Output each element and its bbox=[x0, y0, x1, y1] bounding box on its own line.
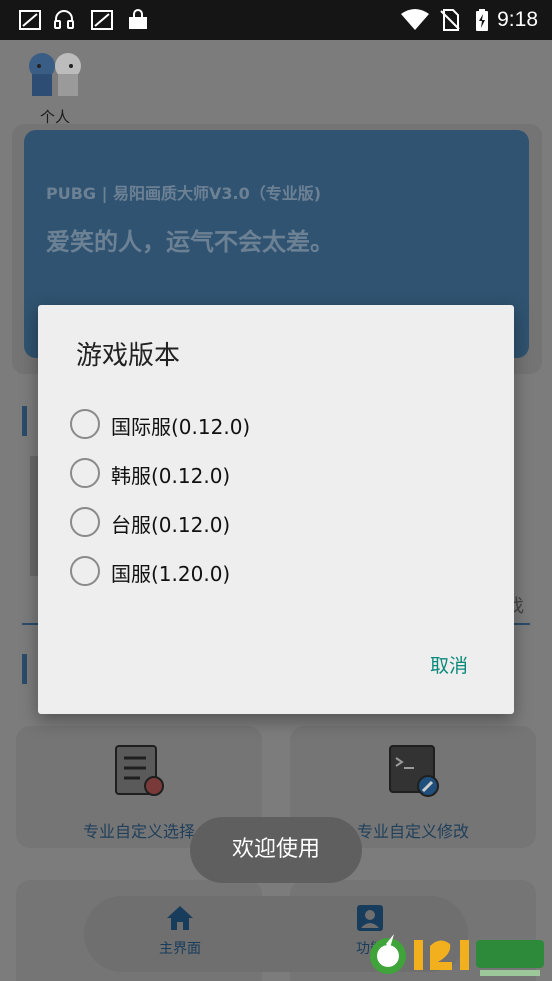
screenshot-icon bbox=[91, 10, 113, 30]
option-taiwan[interactable]: 台服(0.12.0) bbox=[70, 503, 370, 543]
terminal-edit-icon bbox=[389, 745, 439, 797]
section-accent-bar bbox=[22, 406, 27, 436]
radio-button[interactable] bbox=[70, 409, 100, 439]
banner-title: PUBG | 易阳画质大师V3.0（专业版) bbox=[46, 184, 322, 203]
radio-button[interactable] bbox=[70, 458, 100, 488]
watermark-logo bbox=[370, 934, 544, 976]
avatar[interactable] bbox=[24, 44, 86, 100]
game-version-dialog: 游戏版本 国际服(0.12.0) 韩服(0.12.0) 台服(0.12.0) 国… bbox=[38, 305, 514, 714]
wifi-icon bbox=[401, 9, 429, 30]
headset-icon bbox=[54, 10, 74, 29]
nav-item-home[interactable]: 主界面 bbox=[140, 904, 220, 958]
home-icon bbox=[167, 906, 193, 930]
option-international[interactable]: 国际服(0.12.0) bbox=[70, 405, 370, 445]
section-accent-bar bbox=[22, 654, 27, 684]
radio-button[interactable] bbox=[70, 556, 100, 586]
option-label: 韩服(0.12.0) bbox=[111, 464, 231, 488]
banner-quote: 爱笑的人，运气不会太差。 bbox=[46, 228, 334, 256]
list-settings-icon bbox=[115, 745, 164, 796]
no-sim-icon bbox=[440, 9, 460, 31]
main-screen: 个人 PUBG | 易阳画质大师V3.0（专业版) 爱笑的人，运气不会太差。 找… bbox=[0, 40, 552, 981]
nav-label: 主界面 bbox=[159, 941, 201, 957]
clock: 9:18 bbox=[497, 8, 538, 31]
option-korea[interactable]: 韩服(0.12.0) bbox=[70, 454, 370, 494]
option-label: 国服(1.20.0) bbox=[111, 562, 231, 586]
cancel-button[interactable]: 取消 bbox=[430, 651, 468, 678]
status-bar: 9:18 bbox=[0, 0, 552, 40]
battery-charging-icon bbox=[476, 9, 488, 31]
toast-message: 欢迎使用 bbox=[190, 817, 362, 883]
dialog-title: 游戏版本 bbox=[76, 341, 181, 371]
option-label: 台服(0.12.0) bbox=[111, 513, 231, 537]
obscured-text-block bbox=[30, 456, 38, 576]
radio-button[interactable] bbox=[70, 507, 100, 537]
option-china[interactable]: 国服(1.20.0) bbox=[70, 552, 370, 592]
account-box-icon bbox=[357, 905, 383, 931]
bag-icon bbox=[129, 9, 147, 29]
screenshot-icon bbox=[19, 10, 41, 30]
option-label: 国际服(0.12.0) bbox=[111, 415, 251, 439]
